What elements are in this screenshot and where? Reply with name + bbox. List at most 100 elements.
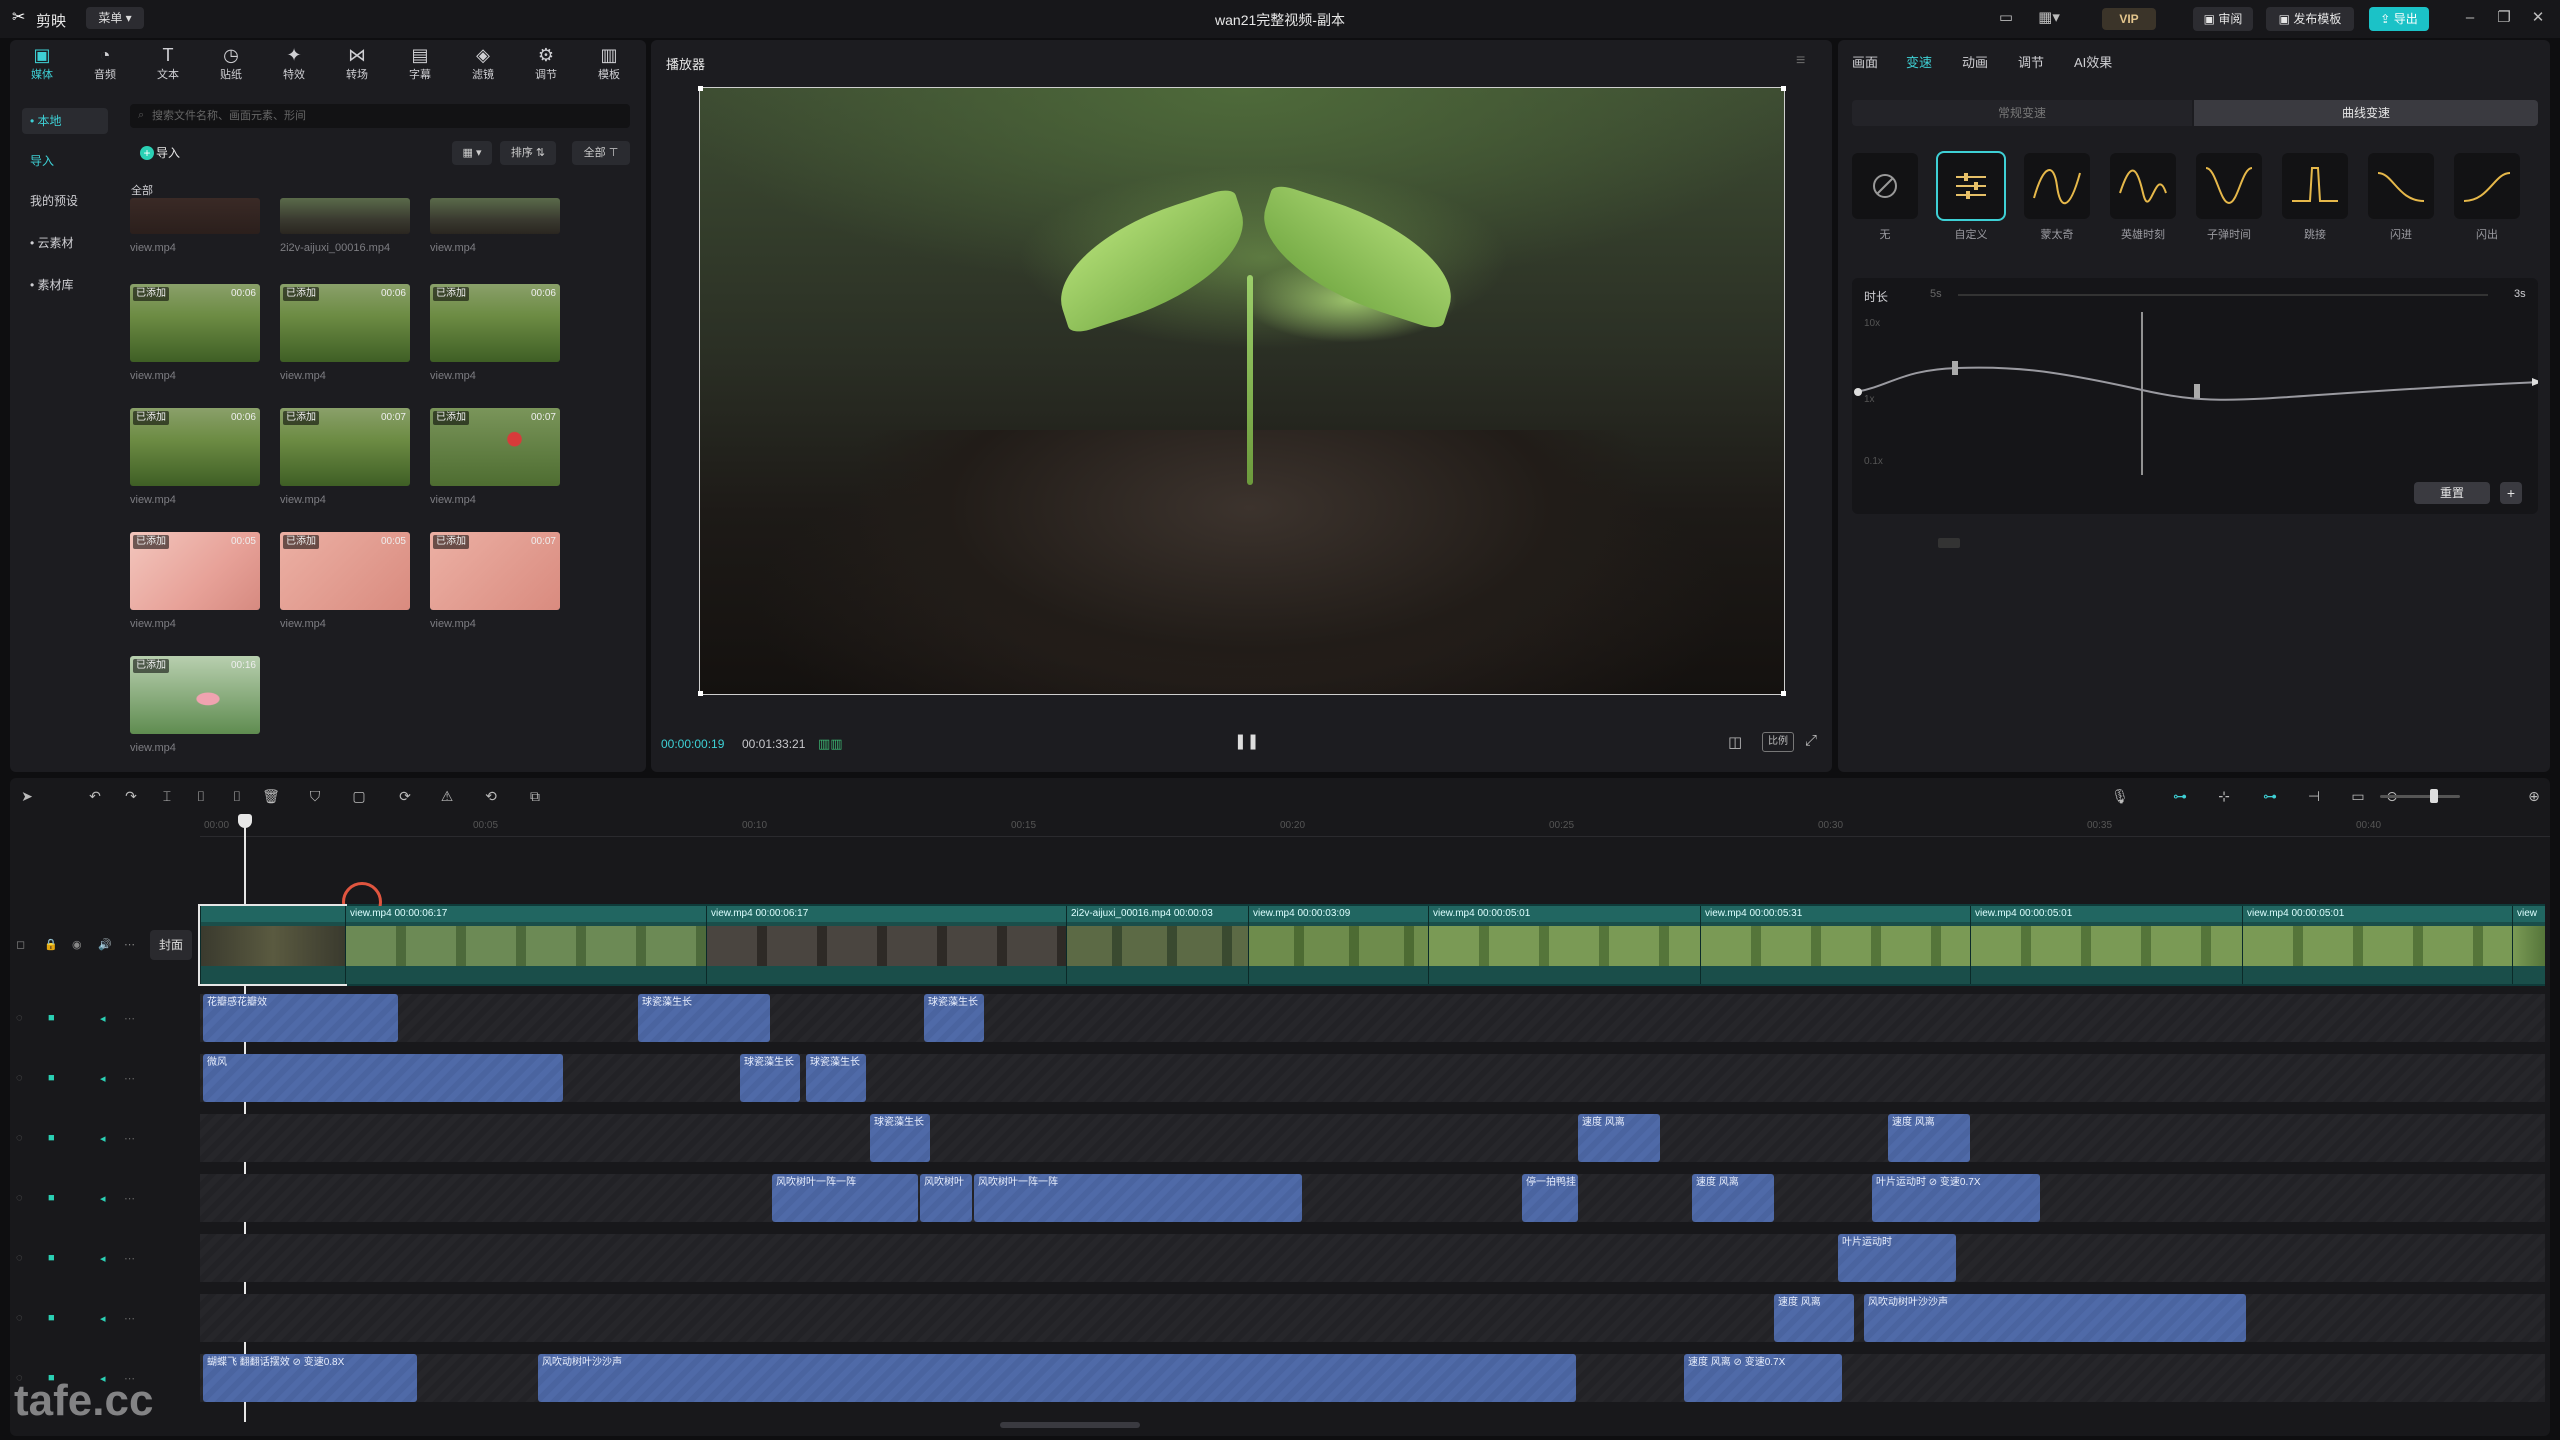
media-thumbnail[interactable]: 已添加 00:16 [130,656,260,734]
minimize-icon[interactable]: – [2460,9,2480,27]
track-lock-icon[interactable]: ■ [48,1372,55,1384]
track-more-icon[interactable]: ⋯ [124,1192,135,1205]
tool-tab-0[interactable]: ▣ 媒体 [14,44,70,86]
undo-icon[interactable]: ↶ [86,787,104,805]
track-lock-icon[interactable]: ■ [48,1012,55,1024]
sidenav-item-2[interactable]: 我的预设 [22,188,108,214]
effect-clip[interactable]: 速度 风离 [1888,1114,1970,1162]
redo-icon[interactable]: ↷ [122,787,140,805]
effect-clip[interactable]: 停一拍鸭挂 [1522,1174,1578,1222]
effect-clip[interactable]: 球瓷藻生长 [638,994,770,1042]
track-audio-icon[interactable]: ◂ [100,1012,106,1025]
freeze-icon[interactable]: ▢ [350,787,368,805]
split-right-icon[interactable]: ⌷ [228,787,246,805]
track-more-icon[interactable]: ⋯ [124,1132,135,1145]
tool-tab-9[interactable]: ▥ 模板 [581,44,637,86]
snap-icon[interactable]: ⊹ [2214,787,2234,805]
effect-clip[interactable]: 风吹动树叶沙沙声 [1864,1294,2246,1342]
zoom-slider-knob[interactable] [2430,789,2438,803]
effect-clip[interactable]: 风吹动树叶沙沙声 [538,1354,1576,1402]
timeline-clip[interactable]: view.mp4 00:00:05:31 [1700,906,1970,984]
timeline-clip[interactable]: view.mp4 00:00:05:01 [1970,906,2242,984]
track-audio-icon[interactable]: ◂ [100,1132,106,1145]
track-more-icon[interactable]: ⋯ [124,1312,135,1325]
track-hide-icon[interactable]: ◌ [16,1132,23,1144]
captions-icon[interactable]: ▭ [2348,787,2368,805]
effect-clip[interactable]: 球瓷藻生长 [806,1054,866,1102]
zoom-in-icon[interactable]: ⊕ [2524,787,2544,805]
vip-badge[interactable]: VIP [2102,8,2156,30]
prop-tab-3[interactable]: 调节 [2018,52,2044,71]
tool-tab-3[interactable]: ◷ 贴纸 [203,44,259,86]
speed-preset-3[interactable] [2110,153,2176,219]
timeline-clip[interactable]: view.mp4 00:00:06:17 [706,906,1066,984]
track-audio-icon[interactable]: ◂ [100,1312,106,1325]
duration-slider[interactable] [1958,294,2488,296]
panel-resize-handle[interactable] [1938,538,1960,548]
media-thumbnail[interactable]: 已添加 00:06 [280,284,410,362]
crop-icon[interactable]: ⧉ [526,787,544,805]
publish-template-button[interactable]: ▣ 发布模板 [2266,7,2354,31]
sidenav-item-0[interactable]: • 本地 [22,108,108,134]
reset-button[interactable]: 重置 [2414,482,2490,504]
effect-clip[interactable]: 速度 风离 ⊘ 变速0.7X [1684,1354,1842,1402]
track-lock-icon[interactable]: ■ [48,1312,55,1324]
fullscreen-icon[interactable]: ⤢ [1805,732,1817,749]
marker-icon[interactable]: ⛉ [306,787,324,805]
player-menu-icon[interactable]: ≡ [1796,52,1805,70]
effect-clip[interactable]: 风吹树叶 [920,1174,972,1222]
sidenav-item-4[interactable]: • 素材库 [22,272,108,298]
track-lock-icon[interactable]: ■ [48,1132,55,1144]
effect-clip[interactable]: 花瓣感花瓣效 [203,994,398,1042]
media-thumbnail[interactable]: 已添加 00:05 [280,532,410,610]
curve-point-4[interactable] [2532,378,2538,386]
media-thumbnail[interactable]: 已添加 00:07 [430,532,560,610]
select-tool-icon[interactable]: ➤ [18,787,36,805]
delete-icon[interactable]: 🗑 [262,787,280,805]
microphone-icon[interactable]: 🎙 [2110,787,2130,805]
media-thumbnail[interactable] [280,198,410,234]
curve-point-3[interactable] [2194,384,2200,398]
tool-tab-4[interactable]: ✦ 特效 [266,44,322,86]
track-hide-icon[interactable]: ◌ [16,1252,23,1264]
track-hide-icon[interactable]: ◌ [16,1312,23,1324]
menu-button[interactable]: 菜单 ▾ [86,7,144,29]
link-icon[interactable]: ⊶ [2260,787,2280,805]
track-lock-icon[interactable]: ■ [48,1072,55,1084]
speed-preset-4[interactable] [2196,153,2262,219]
track-hide-icon[interactable]: ◌ [16,1372,23,1384]
split-left-icon[interactable]: ⌷ [192,787,210,805]
media-search-input[interactable]: 搜索文件名称、画面元素、形间 [130,104,630,128]
cover-button[interactable]: 封面 [150,930,192,960]
tool-tab-8[interactable]: ⚙ 调节 [518,44,574,86]
timeline-clip[interactable]: view.mp4 00:00:05:01 [1428,906,1700,984]
reverse-icon[interactable]: ⟳ [396,787,414,805]
speed-curve-graph[interactable] [1852,300,2538,480]
view-mode-button[interactable]: ▦ ▾ [452,141,492,165]
layout-icon[interactable]: ▭ [1996,9,2016,27]
track-more-icon[interactable]: ⋯ [124,1012,135,1025]
pause-button[interactable]: ❚❚ [1234,733,1259,751]
export-button[interactable]: ⇪ 导出 [2369,7,2429,31]
effect-clip[interactable]: 风吹树叶一阵一阵 [974,1174,1302,1222]
speed-preset-1[interactable] [1936,151,2006,221]
curve-speed-tab[interactable]: 曲线变速 [2194,100,2538,126]
effect-clip[interactable]: 叶片运动时 ⊘ 变速0.7X [1872,1174,2040,1222]
media-thumbnail[interactable]: 已添加 00:06 [430,284,560,362]
track-lock-icon[interactable]: ■ [48,1192,55,1204]
tool-tab-1[interactable]: ◔ 音频 [77,44,133,86]
filter-button[interactable]: 全部 ⊤ [572,141,630,165]
curve-point-1[interactable] [1854,388,1862,396]
layout-grid-icon[interactable]: ▦▾ [2034,9,2064,27]
rotate-icon[interactable]: ⟲ [482,787,500,805]
effect-clip[interactable]: 叶片运动时 [1838,1234,1956,1282]
track-hide-icon[interactable]: ◌ [16,1012,23,1024]
tool-tab-7[interactable]: ◈ 滤镜 [455,44,511,86]
sort-button[interactable]: 排序 ⇅ [500,141,556,165]
prop-tab-1[interactable]: 变速 [1906,52,1932,71]
track-hide-icon[interactable]: ◌ [16,1072,23,1084]
effect-clip[interactable]: 速度 风离 [1774,1294,1854,1342]
media-thumbnail[interactable]: 已添加 00:05 [130,532,260,610]
import-button[interactable]: 导入 [132,141,198,165]
track-audio-icon[interactable]: ◂ [100,1072,106,1085]
